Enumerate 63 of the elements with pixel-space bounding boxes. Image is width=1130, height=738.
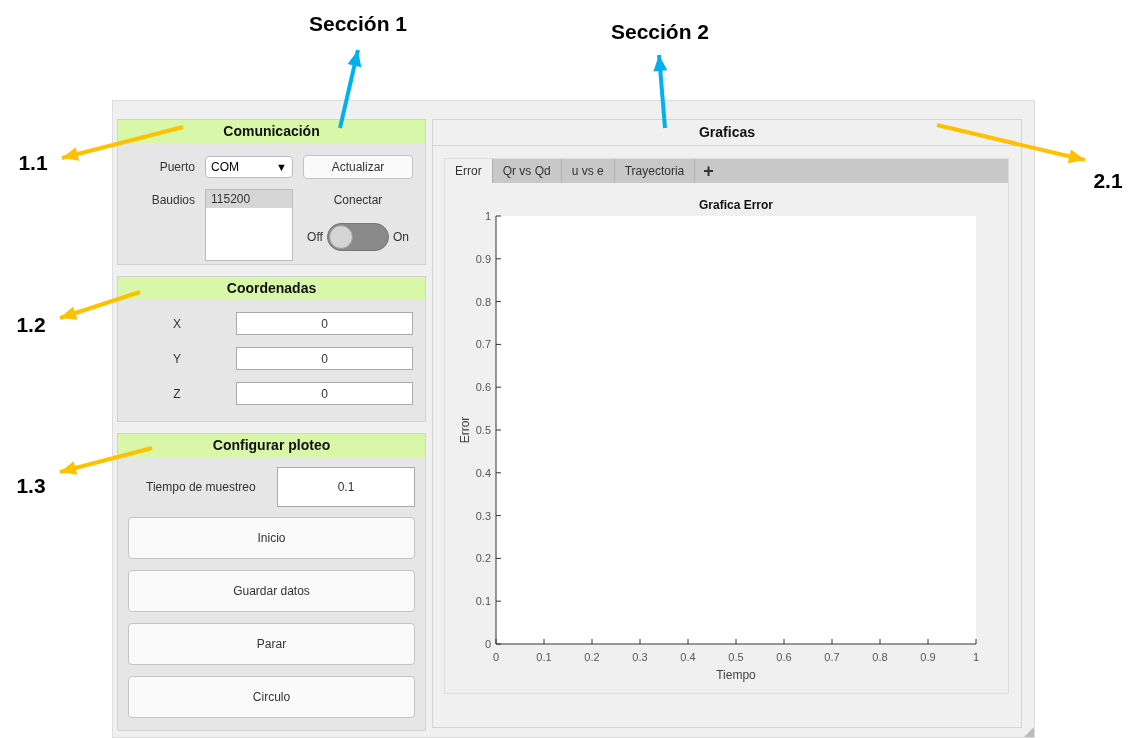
tick-label: 0 — [492, 651, 500, 663]
tab[interactable]: u vs e — [561, 159, 615, 183]
tick-label: 0.5 — [475, 424, 491, 436]
tick-label: 0.5 — [728, 651, 744, 663]
panel-title: Comunicación — [118, 120, 425, 143]
resize-grip-icon[interactable] — [1024, 727, 1034, 737]
action-button[interactable]: Circulo — [128, 676, 415, 718]
coordinate-label: Y — [172, 351, 182, 366]
tick-label: 1 — [972, 651, 980, 663]
tick-label: 0.3 — [632, 651, 648, 663]
coordinate-field[interactable]: 0 — [236, 347, 413, 370]
toggle-switch[interactable] — [326, 223, 389, 251]
annotation-label: Sección 1 — [308, 12, 408, 36]
tick-label: 0.9 — [475, 252, 491, 265]
tick-label: 0.1 — [475, 595, 491, 608]
baud-listbox[interactable]: 115200 — [205, 189, 293, 261]
tick-label: 0.1 — [536, 651, 552, 663]
tick-label: 0.6 — [776, 651, 792, 663]
tick-label: 0.7 — [475, 338, 491, 351]
action-button[interactable]: Parar — [128, 623, 415, 665]
tick-label: 1 — [484, 210, 491, 222]
sample-time-field[interactable]: 0.1 — [277, 467, 415, 507]
coordinate-field[interactable]: 0 — [236, 382, 413, 405]
annotation-label: 1.2 — [16, 313, 46, 337]
off-label: Off — [307, 230, 323, 244]
panel-title: Coordenadas — [118, 277, 425, 300]
tab[interactable]: Trayectoria — [614, 159, 696, 183]
port-dropdown[interactable]: COM ▼ — [205, 156, 293, 178]
baud-label: Baudios — [150, 193, 195, 207]
connect-label: Conectar — [333, 193, 383, 207]
panel-title: Configurar ploteo — [118, 434, 425, 457]
coordinate-field[interactable]: 0 — [236, 312, 413, 335]
tick-label: 0.8 — [872, 651, 888, 663]
tick-label: 0.9 — [920, 651, 936, 663]
chart-title: Grafica Error — [699, 198, 773, 212]
tab[interactable]: Error — [445, 159, 493, 183]
tick-label: 0.7 — [824, 651, 840, 663]
tick-label: 0 — [484, 638, 491, 650]
annotation-label: 1.3 — [16, 474, 46, 498]
tick-label: 0.4 — [680, 651, 696, 663]
add-tab-button[interactable]: + — [695, 159, 722, 183]
axis-label: Tiempo — [716, 668, 756, 682]
tick-label: 0.3 — [475, 509, 491, 522]
tick-label: 0.2 — [475, 552, 491, 565]
sample-time-label: Tiempo de muestreo — [146, 480, 256, 494]
tick-label: 0.8 — [475, 295, 491, 308]
action-button[interactable]: Inicio — [128, 517, 415, 559]
tab[interactable]: Qr vs Qd — [492, 159, 562, 183]
list-item[interactable]: 115200 — [206, 190, 292, 208]
coordinate-label: X — [172, 316, 182, 331]
tick-label: 0.2 — [584, 651, 600, 663]
panel-title: Graficas — [433, 120, 1021, 146]
refresh-button[interactable]: Actualizar — [303, 155, 413, 179]
axis-label: Error — [458, 416, 472, 444]
coordinate-label: Z — [172, 386, 182, 401]
annotation-label: Sección 2 — [610, 20, 710, 44]
action-button[interactable]: Guardar datos — [128, 570, 415, 612]
annotation-label: 2.1 — [1093, 169, 1123, 193]
annotation-label: 1.1 — [18, 151, 48, 175]
tick-label: 0.6 — [475, 381, 491, 394]
port-label: Puerto — [158, 160, 195, 174]
tick-label: 0.4 — [475, 466, 491, 479]
on-label: On — [392, 230, 409, 244]
